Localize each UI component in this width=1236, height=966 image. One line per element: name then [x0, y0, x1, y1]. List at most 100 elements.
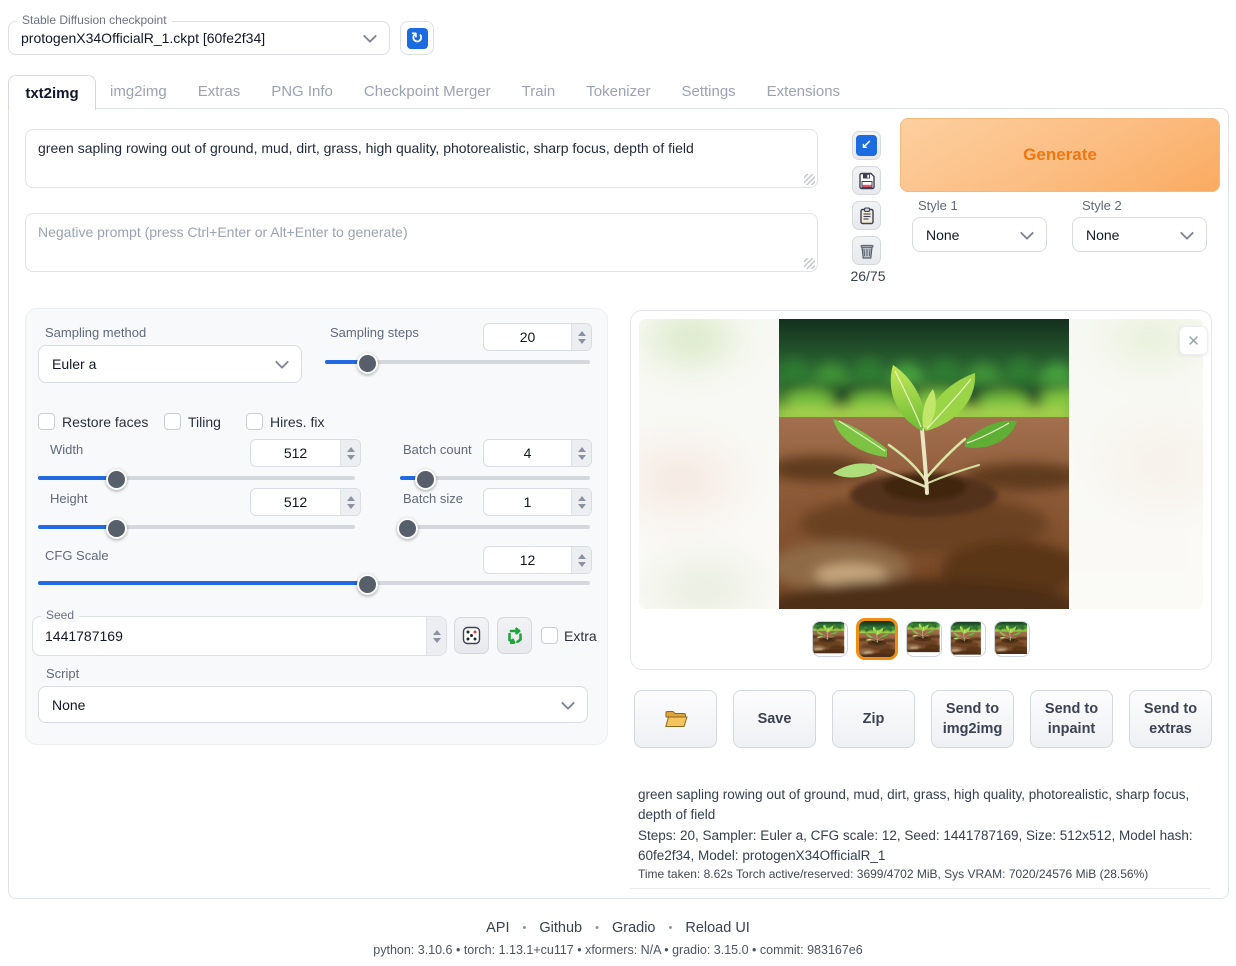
- generated-image[interactable]: [779, 319, 1069, 609]
- tab-extras[interactable]: Extras: [198, 83, 241, 100]
- sampling-steps-slider[interactable]: [325, 353, 590, 371]
- width-label: Width: [50, 442, 83, 457]
- height-slider[interactable]: [38, 518, 355, 536]
- height-label: Height: [50, 491, 88, 506]
- reuse-seed-button[interactable]: [497, 617, 532, 654]
- results-divider: [630, 888, 1210, 889]
- restore-faces-checkbox[interactable]: [38, 413, 55, 430]
- footer-link-github[interactable]: Github: [539, 920, 582, 936]
- width-slider[interactable]: [38, 469, 355, 487]
- slider-thumb[interactable]: [415, 469, 436, 490]
- extra-seed-checkbox[interactable]: [541, 627, 558, 644]
- refresh-checkpoints-button[interactable]: ↻: [400, 21, 434, 55]
- batch-size-slider[interactable]: [400, 518, 590, 536]
- paste-params-button[interactable]: ↙: [852, 131, 881, 160]
- thumbnail-1[interactable]: [812, 621, 848, 657]
- seed-input[interactable]: Seed 1441787169: [32, 616, 447, 656]
- prompt-input[interactable]: green sapling rowing out of ground, mud,…: [25, 129, 818, 188]
- tab-tokenizer[interactable]: Tokenizer: [586, 83, 650, 100]
- sampling-method-dropdown[interactable]: Euler a: [38, 345, 302, 383]
- height-input[interactable]: 512: [250, 488, 361, 516]
- clipboard-icon: [858, 207, 876, 225]
- slider-thumb[interactable]: [357, 574, 378, 595]
- width-input[interactable]: 512: [250, 439, 361, 467]
- stepper[interactable]: [426, 617, 446, 655]
- chevron-down-icon: [1180, 225, 1194, 239]
- random-seed-button[interactable]: [454, 617, 489, 654]
- footer-link-reload-ui[interactable]: Reload UI: [685, 920, 749, 936]
- style1-dropdown[interactable]: None: [912, 217, 1047, 252]
- generate-button[interactable]: Generate: [900, 118, 1220, 192]
- send-to-img2img-button[interactable]: Send to img2img: [931, 690, 1014, 748]
- footer-links: API • Github • Gradio • Reload UI: [0, 920, 1236, 936]
- slider-thumb[interactable]: [397, 518, 418, 539]
- tab-settings[interactable]: Settings: [681, 83, 735, 100]
- cfg-scale-label: CFG Scale: [45, 548, 109, 563]
- tab-png-info[interactable]: PNG Info: [271, 83, 333, 100]
- checkpoint-value: protogenX34OfficialR_1.ckpt [60fe2f34]: [21, 30, 265, 46]
- batch-count-slider[interactable]: [400, 469, 590, 487]
- hires-fix-checkbox[interactable]: [246, 413, 263, 430]
- negative-prompt-input[interactable]: [25, 213, 818, 272]
- slider-thumb[interactable]: [357, 353, 378, 374]
- style2-dropdown[interactable]: None: [1072, 217, 1207, 252]
- bullet-separator: •: [523, 922, 527, 934]
- tab-extensions[interactable]: Extensions: [767, 83, 840, 100]
- footer-link-api[interactable]: API: [486, 920, 509, 936]
- recycle-icon: [505, 626, 525, 646]
- tiling-checkbox[interactable]: [164, 413, 181, 430]
- sampling-steps-input[interactable]: 20: [483, 323, 592, 351]
- tiling-label: Tiling: [188, 414, 221, 430]
- style2-label: Style 2: [1082, 198, 1122, 213]
- slider-thumb[interactable]: [106, 469, 127, 490]
- stepper[interactable]: [571, 440, 591, 466]
- slider-thumb[interactable]: [106, 518, 127, 539]
- send-to-extras-button[interactable]: Send to extras: [1129, 690, 1212, 748]
- save-style-button[interactable]: [852, 166, 881, 195]
- thumbnail-4[interactable]: [950, 621, 986, 657]
- footer-link-gradio[interactable]: Gradio: [612, 920, 656, 936]
- tab-txt2img[interactable]: txt2img: [8, 75, 96, 110]
- stepper[interactable]: [340, 489, 360, 515]
- stepper[interactable]: [340, 440, 360, 466]
- batch-count-input[interactable]: 4: [483, 439, 592, 467]
- thumbnail-2-selected[interactable]: [856, 618, 898, 660]
- clear-prompt-button[interactable]: [852, 236, 881, 265]
- script-label: Script: [46, 666, 79, 681]
- chevron-down-icon: [275, 355, 289, 369]
- chevron-down-icon: [561, 695, 575, 709]
- chevron-down-icon: [1020, 225, 1034, 239]
- app-root: Stable Diffusion checkpoint protogenX34O…: [0, 0, 1236, 966]
- open-folder-button[interactable]: [634, 690, 717, 748]
- send-to-inpaint-button[interactable]: Send to inpaint: [1030, 690, 1113, 748]
- cfg-scale-input[interactable]: 12: [483, 546, 592, 574]
- footer-versions: python: 3.10.6 • torch: 1.13.1+cu117 • x…: [0, 943, 1236, 957]
- checkpoint-dropdown[interactable]: Stable Diffusion checkpoint protogenX34O…: [8, 21, 390, 55]
- arrow-down-left-icon: ↙: [856, 135, 877, 156]
- style1-label: Style 1: [918, 198, 958, 213]
- save-button[interactable]: Save: [733, 690, 816, 748]
- close-icon[interactable]: ✕: [1179, 326, 1208, 355]
- thumbnail-3[interactable]: [906, 621, 942, 657]
- cfg-scale-slider[interactable]: [38, 574, 590, 592]
- stepper[interactable]: [571, 547, 591, 573]
- tab-img2img[interactable]: img2img: [110, 83, 167, 100]
- folder-icon: [664, 709, 688, 729]
- batch-size-label: Batch size: [403, 491, 463, 506]
- tab-checkpoint-merger[interactable]: Checkpoint Merger: [364, 83, 491, 100]
- batch-size-input[interactable]: 1: [483, 488, 592, 516]
- output-params-text: Steps: 20, Sampler: Euler a, CFG scale: …: [638, 826, 1210, 867]
- apply-style-button[interactable]: [852, 201, 881, 230]
- bullet-separator: •: [669, 922, 673, 934]
- script-dropdown[interactable]: None: [38, 686, 588, 723]
- output-prompt-text: green sapling rowing out of ground, mud,…: [638, 785, 1210, 826]
- stepper[interactable]: [571, 489, 591, 515]
- checkpoint-label: Stable Diffusion checkpoint: [17, 13, 172, 27]
- thumbnail-5[interactable]: [994, 621, 1030, 657]
- chevron-down-icon: [363, 29, 377, 43]
- gallery-thumbnails: [631, 618, 1211, 660]
- hires-fix-label: Hires. fix: [270, 414, 324, 430]
- zip-button[interactable]: Zip: [832, 690, 915, 748]
- stepper[interactable]: [571, 324, 591, 350]
- tab-train[interactable]: Train: [522, 83, 556, 100]
